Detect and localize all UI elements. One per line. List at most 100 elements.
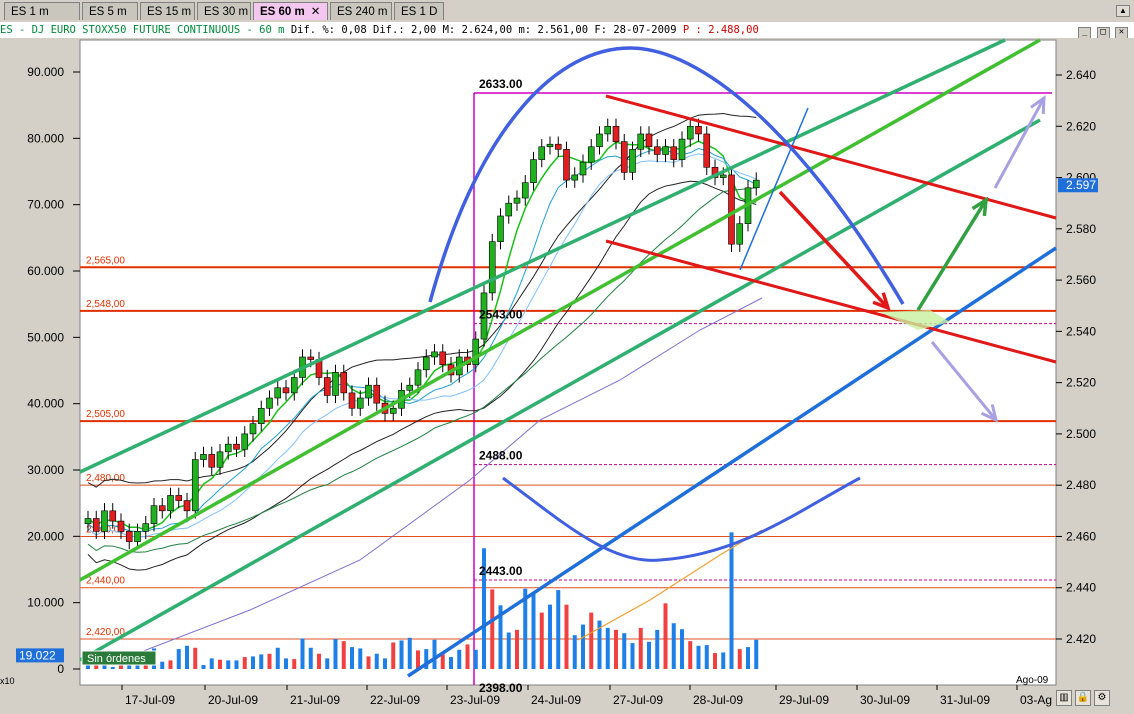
price-annotation: 2443.00	[479, 564, 523, 578]
left-axis-tick: 0	[57, 662, 64, 676]
volume-bar	[226, 660, 231, 669]
x-axis-tick: 03-Ag	[1020, 693, 1052, 707]
x-axis-tick: 21-Jul-09	[290, 693, 340, 707]
volume-bar	[556, 590, 561, 669]
right-axis-tick: 2.640	[1066, 68, 1096, 82]
right-axis-tick: 2.580	[1066, 222, 1096, 236]
tab-es-1m[interactable]: ES 1 m	[4, 2, 80, 20]
lock-icon[interactable]: 🔒	[1075, 690, 1091, 706]
volume-bar	[515, 629, 519, 669]
volume-bar	[407, 637, 412, 669]
tab-es-15m[interactable]: ES 15 m	[140, 2, 195, 20]
tab-label: ES 60 m	[260, 6, 305, 18]
candle-body	[728, 174, 735, 245]
candle-body	[323, 377, 331, 396]
volume-bar	[350, 647, 354, 669]
x-axis-tick: 17-Jul-09	[125, 693, 175, 707]
volume-bar	[754, 639, 759, 669]
candle-body	[678, 138, 686, 160]
candle-body	[546, 143, 554, 148]
left-axis-tick: 20.000	[27, 529, 64, 543]
right-axis-tick: 2.420	[1066, 632, 1096, 646]
x10-label: x10	[0, 676, 15, 686]
left-axis-tick: 60.000	[27, 264, 64, 278]
x-axis-tick: 22-Jul-09	[370, 693, 420, 707]
x-axis-tick: 27-Jul-09	[613, 693, 663, 707]
candle-body	[307, 356, 315, 360]
candle-body	[521, 182, 529, 199]
volume-bar	[110, 667, 115, 669]
volume-bar	[275, 647, 280, 669]
candle-body	[488, 241, 496, 294]
volume-bar	[185, 645, 189, 669]
date-label: F:	[594, 24, 608, 36]
volume-bar	[440, 654, 445, 669]
candle-body	[686, 125, 694, 140]
candle-body	[200, 454, 207, 460]
volume-bar	[688, 641, 693, 669]
candle-body	[224, 443, 232, 453]
tab-es-1d[interactable]: ES 1 D	[394, 2, 444, 20]
current-volume-label: 19.022	[19, 648, 56, 662]
right-axis-tick: 2.540	[1066, 324, 1096, 338]
chart-type-icon[interactable]: ▥	[1056, 690, 1072, 706]
volume-bar	[671, 623, 676, 669]
volume-bar	[630, 643, 635, 669]
symbol-name: ES - DJ EURO STOXX50 FUTURE CONTINUOUS -…	[0, 24, 285, 36]
volume-bar	[193, 647, 198, 669]
tab-es-5m[interactable]: ES 5 m	[82, 2, 138, 20]
candle-body	[175, 495, 183, 501]
volume-bar	[704, 645, 709, 669]
right-axis-tick: 2.520	[1066, 376, 1096, 390]
timeframe-tab-bar: ES 1 m ES 5 m ES 15 m ES 30 m ES 60 m ✕ E…	[0, 0, 1134, 23]
volume-bar	[259, 654, 264, 669]
candle-body	[653, 146, 661, 155]
volume-bar	[176, 649, 181, 669]
candle-body	[571, 174, 579, 181]
tab-es-30m[interactable]: ES 30 m	[197, 2, 251, 20]
symbol-info-bar: ES - DJ EURO STOXX50 FUTURE CONTINUOUS -…	[0, 22, 1134, 39]
x-axis-tick: 30-Jul-09	[860, 693, 910, 707]
volume-bar	[746, 647, 750, 669]
scroll-tabs-icon[interactable]: ▲	[1116, 5, 1130, 17]
right-axis-tick: 2.460	[1066, 529, 1096, 543]
dif-value: 2,00	[410, 24, 437, 36]
right-axis-tick: 2.440	[1066, 581, 1096, 595]
settings-icon[interactable]: ⚙	[1094, 690, 1110, 706]
tab-es-240m[interactable]: ES 240 m	[330, 2, 392, 20]
volume-bar	[325, 658, 330, 669]
x-axis-tick: 31-Jul-09	[940, 693, 990, 707]
price-annotation: 2543.00	[479, 308, 523, 322]
volume-bar	[548, 604, 552, 669]
max-label: M:	[442, 24, 456, 36]
candle-body	[158, 505, 166, 512]
candle-body	[422, 356, 430, 371]
price-annotation: 2633.00	[479, 77, 523, 91]
candle-body	[150, 505, 158, 524]
volume-bar	[168, 660, 173, 669]
orders-badge-label: Sin órdenes	[87, 653, 146, 665]
x-axis-tick: 24-Jul-09	[531, 693, 581, 707]
volume-bar	[366, 656, 371, 669]
candle-body	[513, 197, 521, 204]
candle-body	[563, 149, 570, 181]
candle-body	[579, 161, 587, 176]
dif-pct-label: Dif. %:	[290, 24, 336, 36]
volume-bar	[300, 638, 305, 669]
candle-body	[414, 369, 422, 386]
candle-body	[695, 125, 702, 135]
dif-label: Dif.:	[373, 24, 405, 36]
x-axis-tick: 20-Jul-09	[208, 693, 258, 707]
tab-es-60m[interactable]: ES 60 m ✕	[253, 2, 328, 20]
candle-body	[538, 146, 546, 160]
volume-bar	[531, 592, 536, 669]
candle-body	[249, 423, 257, 435]
candle-body	[142, 523, 150, 532]
x-axis-tick: 28-Jul-09	[693, 693, 743, 707]
tab-close-icon[interactable]: ✕	[311, 6, 321, 18]
candle-body	[612, 125, 620, 142]
candle-body	[637, 133, 645, 150]
price-chart[interactable]: 2,565,002,548,002,505,002,480,002,460,00…	[0, 38, 1134, 714]
candle-body	[439, 351, 447, 365]
candle-body	[109, 510, 117, 522]
